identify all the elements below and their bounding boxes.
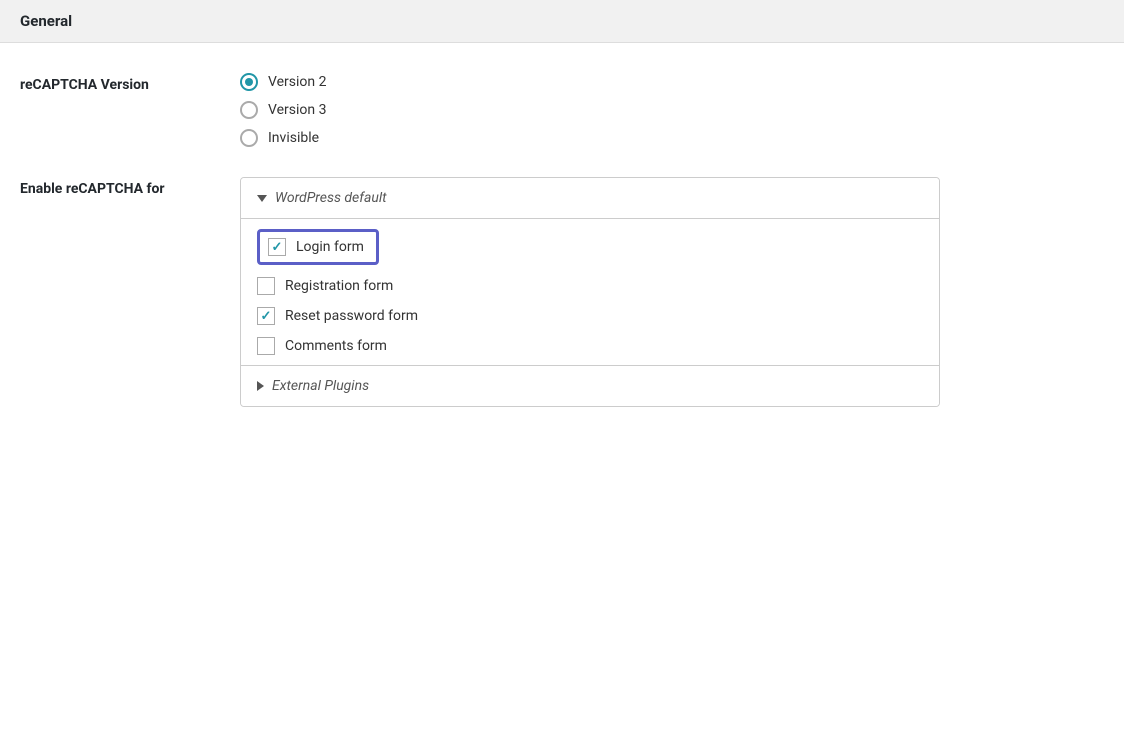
checkbox-login-form[interactable]: ✓ Login form — [257, 229, 923, 265]
external-plugins-header[interactable]: External Plugins — [241, 365, 939, 406]
login-form-highlight: ✓ Login form — [257, 229, 379, 265]
enable-recaptcha-row: Enable reCAPTCHA for WordPress default — [20, 177, 1104, 407]
login-form-checkmark: ✓ — [272, 241, 283, 254]
checkbox-registration-form[interactable]: Registration form — [257, 277, 923, 295]
radio-version2-input[interactable] — [240, 73, 258, 91]
recaptcha-version-control: Version 2 Version 3 Invisible — [240, 73, 940, 147]
section-header: General — [0, 0, 1124, 43]
radio-group: Version 2 Version 3 Invisible — [240, 73, 940, 147]
reset-password-label: Reset password form — [285, 308, 418, 324]
comments-form-checkbox[interactable] — [257, 337, 275, 355]
recaptcha-container: WordPress default ✓ Login form — [240, 177, 940, 407]
settings-body: reCAPTCHA Version Version 2 Version 3 — [0, 43, 1124, 467]
radio-version2[interactable]: Version 2 — [240, 73, 940, 91]
radio-version3-label: Version 3 — [268, 102, 326, 118]
registration-form-label: Registration form — [285, 278, 393, 294]
wordpress-default-label: WordPress default — [275, 190, 387, 206]
radio-invisible[interactable]: Invisible — [240, 129, 940, 147]
registration-form-checkbox[interactable] — [257, 277, 275, 295]
external-plugins-label: External Plugins — [272, 378, 369, 394]
section-title: General — [20, 12, 72, 30]
radio-version2-label: Version 2 — [268, 74, 326, 90]
reset-password-checkmark: ✓ — [261, 310, 272, 323]
expand-icon — [257, 195, 267, 202]
checkbox-reset-password[interactable]: ✓ Reset password form — [257, 307, 923, 325]
radio-invisible-input[interactable] — [240, 129, 258, 147]
recaptcha-version-row: reCAPTCHA Version Version 2 Version 3 — [20, 73, 1104, 147]
radio-version3-input[interactable] — [240, 101, 258, 119]
wordpress-default-header[interactable]: WordPress default — [241, 178, 939, 219]
external-plugins-expand-icon — [257, 381, 264, 391]
radio-version3[interactable]: Version 3 — [240, 101, 940, 119]
recaptcha-items: ✓ Login form Registration form — [241, 219, 939, 365]
reset-password-checkbox[interactable]: ✓ — [257, 307, 275, 325]
recaptcha-version-label: reCAPTCHA Version — [20, 73, 240, 93]
comments-form-label: Comments form — [285, 338, 387, 354]
radio-invisible-label: Invisible — [268, 130, 319, 146]
enable-recaptcha-control: WordPress default ✓ Login form — [240, 177, 940, 407]
login-form-checkbox[interactable]: ✓ — [268, 238, 286, 256]
login-form-label: Login form — [296, 239, 364, 255]
checkbox-comments-form[interactable]: Comments form — [257, 337, 923, 355]
page-wrapper: General reCAPTCHA Version Version 2 Vers… — [0, 0, 1124, 742]
enable-recaptcha-label: Enable reCAPTCHA for — [20, 177, 240, 197]
